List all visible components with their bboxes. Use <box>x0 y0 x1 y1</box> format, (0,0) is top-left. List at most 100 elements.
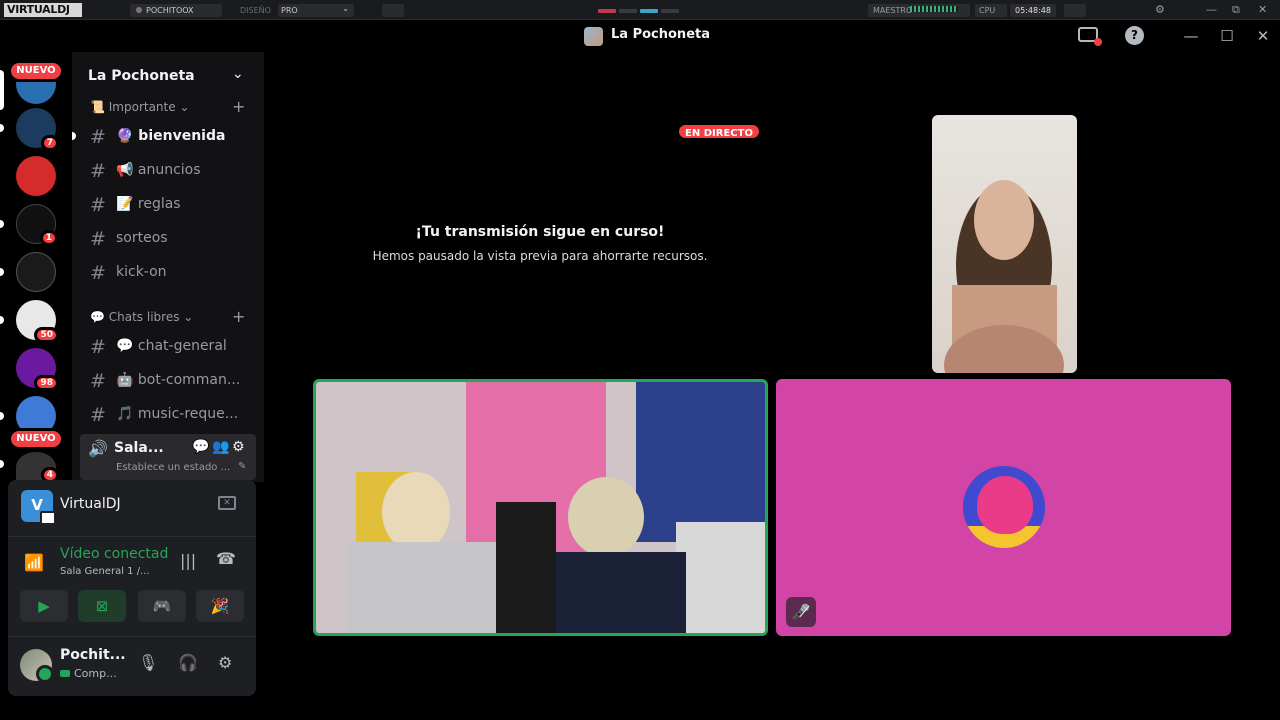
connection-row: 📶 Vídeo conectado Sala General 1 /... ||… <box>8 536 256 588</box>
channel-name: 📝 reglas <box>116 196 181 212</box>
hash-icon: # <box>90 126 106 148</box>
server-list: NUEVO 7 1 50 98 NUEVO 4 <box>0 52 72 483</box>
server-icon[interactable]: 50 <box>16 300 59 343</box>
unread-pill <box>0 220 4 228</box>
vdj-master-meter <box>910 6 958 12</box>
vdj-cpu-label: CPU <box>975 4 1007 17</box>
hash-icon: # <box>90 228 106 250</box>
unread-pill <box>0 124 4 132</box>
user-status: Comp... <box>60 667 117 680</box>
vdj-minimize-icon[interactable]: — <box>1206 3 1217 16</box>
maximize-icon[interactable]: ☐ <box>1216 26 1238 46</box>
camera-button[interactable]: ▶ <box>20 590 68 622</box>
channel-name: 🔮 bienvenida <box>116 128 226 144</box>
unread-pill <box>0 316 4 324</box>
close-icon[interactable]: ✕ <box>1252 26 1274 46</box>
server-icon[interactable]: 4 <box>16 452 59 483</box>
avatar[interactable] <box>20 649 54 683</box>
channel-name: 💬 chat-general <box>116 338 227 354</box>
new-badge: NUEVO <box>8 428 64 450</box>
camera-tile-portrait[interactable] <box>932 115 1077 373</box>
guild-name[interactable]: La Pochoneta <box>88 68 195 84</box>
gear-icon[interactable]: ⚙ <box>232 439 245 455</box>
stream-stage: EN DIRECTO ¡Tu transmisión sigue en curs… <box>264 52 1280 720</box>
unread-pill <box>0 460 4 468</box>
vdj-layout-button[interactable] <box>382 4 404 17</box>
muted-mic-icon: 🎤̸ <box>786 597 816 627</box>
channel-bot-commands[interactable]: # 🤖 bot-comman... <box>80 366 256 396</box>
screen-share-button[interactable]: ⊠ <box>78 590 126 622</box>
stream-paused-body: Hemos pausado la vista previa para ahorr… <box>372 249 708 263</box>
voice-channel-sala[interactable]: 🔊 Sala... 💬 👥 ⚙ Establece un estado ... … <box>80 434 256 480</box>
pencil-icon[interactable]: ✎ <box>238 461 246 472</box>
activity-gamepad-button[interactable]: 🎮 <box>138 590 186 622</box>
vdj-diseno-select[interactable]: PRO <box>278 2 354 17</box>
server-icon[interactable] <box>16 252 56 292</box>
user-name[interactable]: Pochit... <box>60 647 126 663</box>
stop-stream-icon[interactable]: ✕ <box>218 496 236 510</box>
live-badge: EN DIRECTO <box>677 123 761 140</box>
chat-bubble-icon[interactable]: 💬 <box>192 439 209 455</box>
channel-sidebar: La Pochoneta ⌄ 📜 Importante ⌄ + # 🔮 bien… <box>72 52 264 482</box>
unread-pill <box>0 412 4 420</box>
voice-actions: ▶ ⊠ 🎮 🎉 <box>20 590 244 622</box>
minimize-icon[interactable]: — <box>1180 26 1202 46</box>
headphones-icon[interactable]: 🎧 <box>178 653 198 672</box>
server-icon[interactable]: 98 <box>16 348 59 391</box>
category-importante[interactable]: 📜 Importante ⌄ <box>90 100 190 114</box>
window-title: La Pochoneta <box>611 27 710 42</box>
vdj-record-button[interactable] <box>1064 4 1086 17</box>
new-badge: NUEVO <box>8 60 64 82</box>
user-avatar-tile[interactable]: 🎤̸ <box>776 379 1231 636</box>
screen-share-icon[interactable] <box>1078 27 1102 46</box>
voice-user-panel: V VirtualDJ ✕ 📶 Vídeo conectado Sala Gen… <box>8 480 256 696</box>
hash-icon: # <box>90 404 106 426</box>
add-channel-plus-icon[interactable]: + <box>232 97 245 116</box>
invite-user-icon[interactable]: 👥 <box>212 439 229 455</box>
signal-icon[interactable]: 📶 <box>24 553 44 572</box>
channel-name: kick-on <box>116 264 167 280</box>
virtualdj-toolbar: VIRTUALDJ POCHITOOX DISEÑO PRO MAESTRO C… <box>0 0 1280 20</box>
channel-bienvenida[interactable]: # 🔮 bienvenida <box>80 122 256 152</box>
channel-sorteos[interactable]: # sorteos <box>80 224 256 254</box>
microphone-icon[interactable]: 🎙 <box>138 653 158 672</box>
activity-row: V VirtualDJ ✕ <box>8 480 256 532</box>
camera-feed-image <box>316 382 765 633</box>
hash-icon: # <box>90 336 106 358</box>
active-server-pill <box>0 70 4 110</box>
vdj-user-field[interactable]: POCHITOOX <box>130 4 222 17</box>
guild-avatar-icon <box>584 27 603 46</box>
connection-channel[interactable]: Sala General 1 /... <box>60 566 150 577</box>
voice-status[interactable]: Establece un estado ... <box>116 462 230 473</box>
hash-icon: # <box>90 262 106 284</box>
chevron-down-icon[interactable]: ⌄ <box>232 66 244 82</box>
channel-name: 📢 anuncios <box>116 162 201 178</box>
unread-pill <box>0 268 4 276</box>
vdj-maximize-icon[interactable]: ⧉ <box>1232 3 1240 17</box>
discord-titlebar: La Pochoneta ? — ☐ ✕ <box>0 20 1280 52</box>
gear-icon[interactable]: ⚙ <box>218 653 232 672</box>
noise-suppression-icon[interactable]: ||| <box>180 551 196 570</box>
channel-kick-on[interactable]: # kick-on <box>80 258 256 288</box>
camera-tile-active-speaker[interactable] <box>313 379 768 636</box>
server-icon[interactable]: 1 <box>16 204 58 246</box>
channel-chat-general[interactable]: # 💬 chat-general <box>80 332 256 362</box>
channel-name: 🎵 music-reque... <box>116 406 239 422</box>
category-chats-libres[interactable]: 💬 Chats libres ⌄ <box>90 310 193 324</box>
disconnect-icon[interactable]: ☎ <box>216 549 236 568</box>
speaker-icon: 🔊 <box>88 439 108 458</box>
vdj-close-icon[interactable]: ✕ <box>1258 3 1267 16</box>
channel-anuncios[interactable]: # 📢 anuncios <box>80 156 256 186</box>
channel-music-requests[interactable]: # 🎵 music-reque... <box>80 400 256 430</box>
stream-paused-title: ¡Tu transmisión sigue en curso! <box>415 224 665 240</box>
add-channel-plus-icon[interactable]: + <box>232 307 245 326</box>
vdj-settings-gear-icon[interactable]: ⚙ <box>1155 3 1165 16</box>
channel-reglas[interactable]: # 📝 reglas <box>80 190 256 220</box>
virtualdj-logo: VIRTUALDJ <box>4 3 82 17</box>
server-icon[interactable] <box>16 156 56 196</box>
vdj-diseno-label: DISEÑO <box>240 6 271 15</box>
help-icon[interactable]: ? <box>1125 26 1144 45</box>
soundboard-button[interactable]: 🎉 <box>196 590 244 622</box>
mention-badge: 7 <box>40 135 59 151</box>
server-icon[interactable]: 7 <box>16 108 59 151</box>
